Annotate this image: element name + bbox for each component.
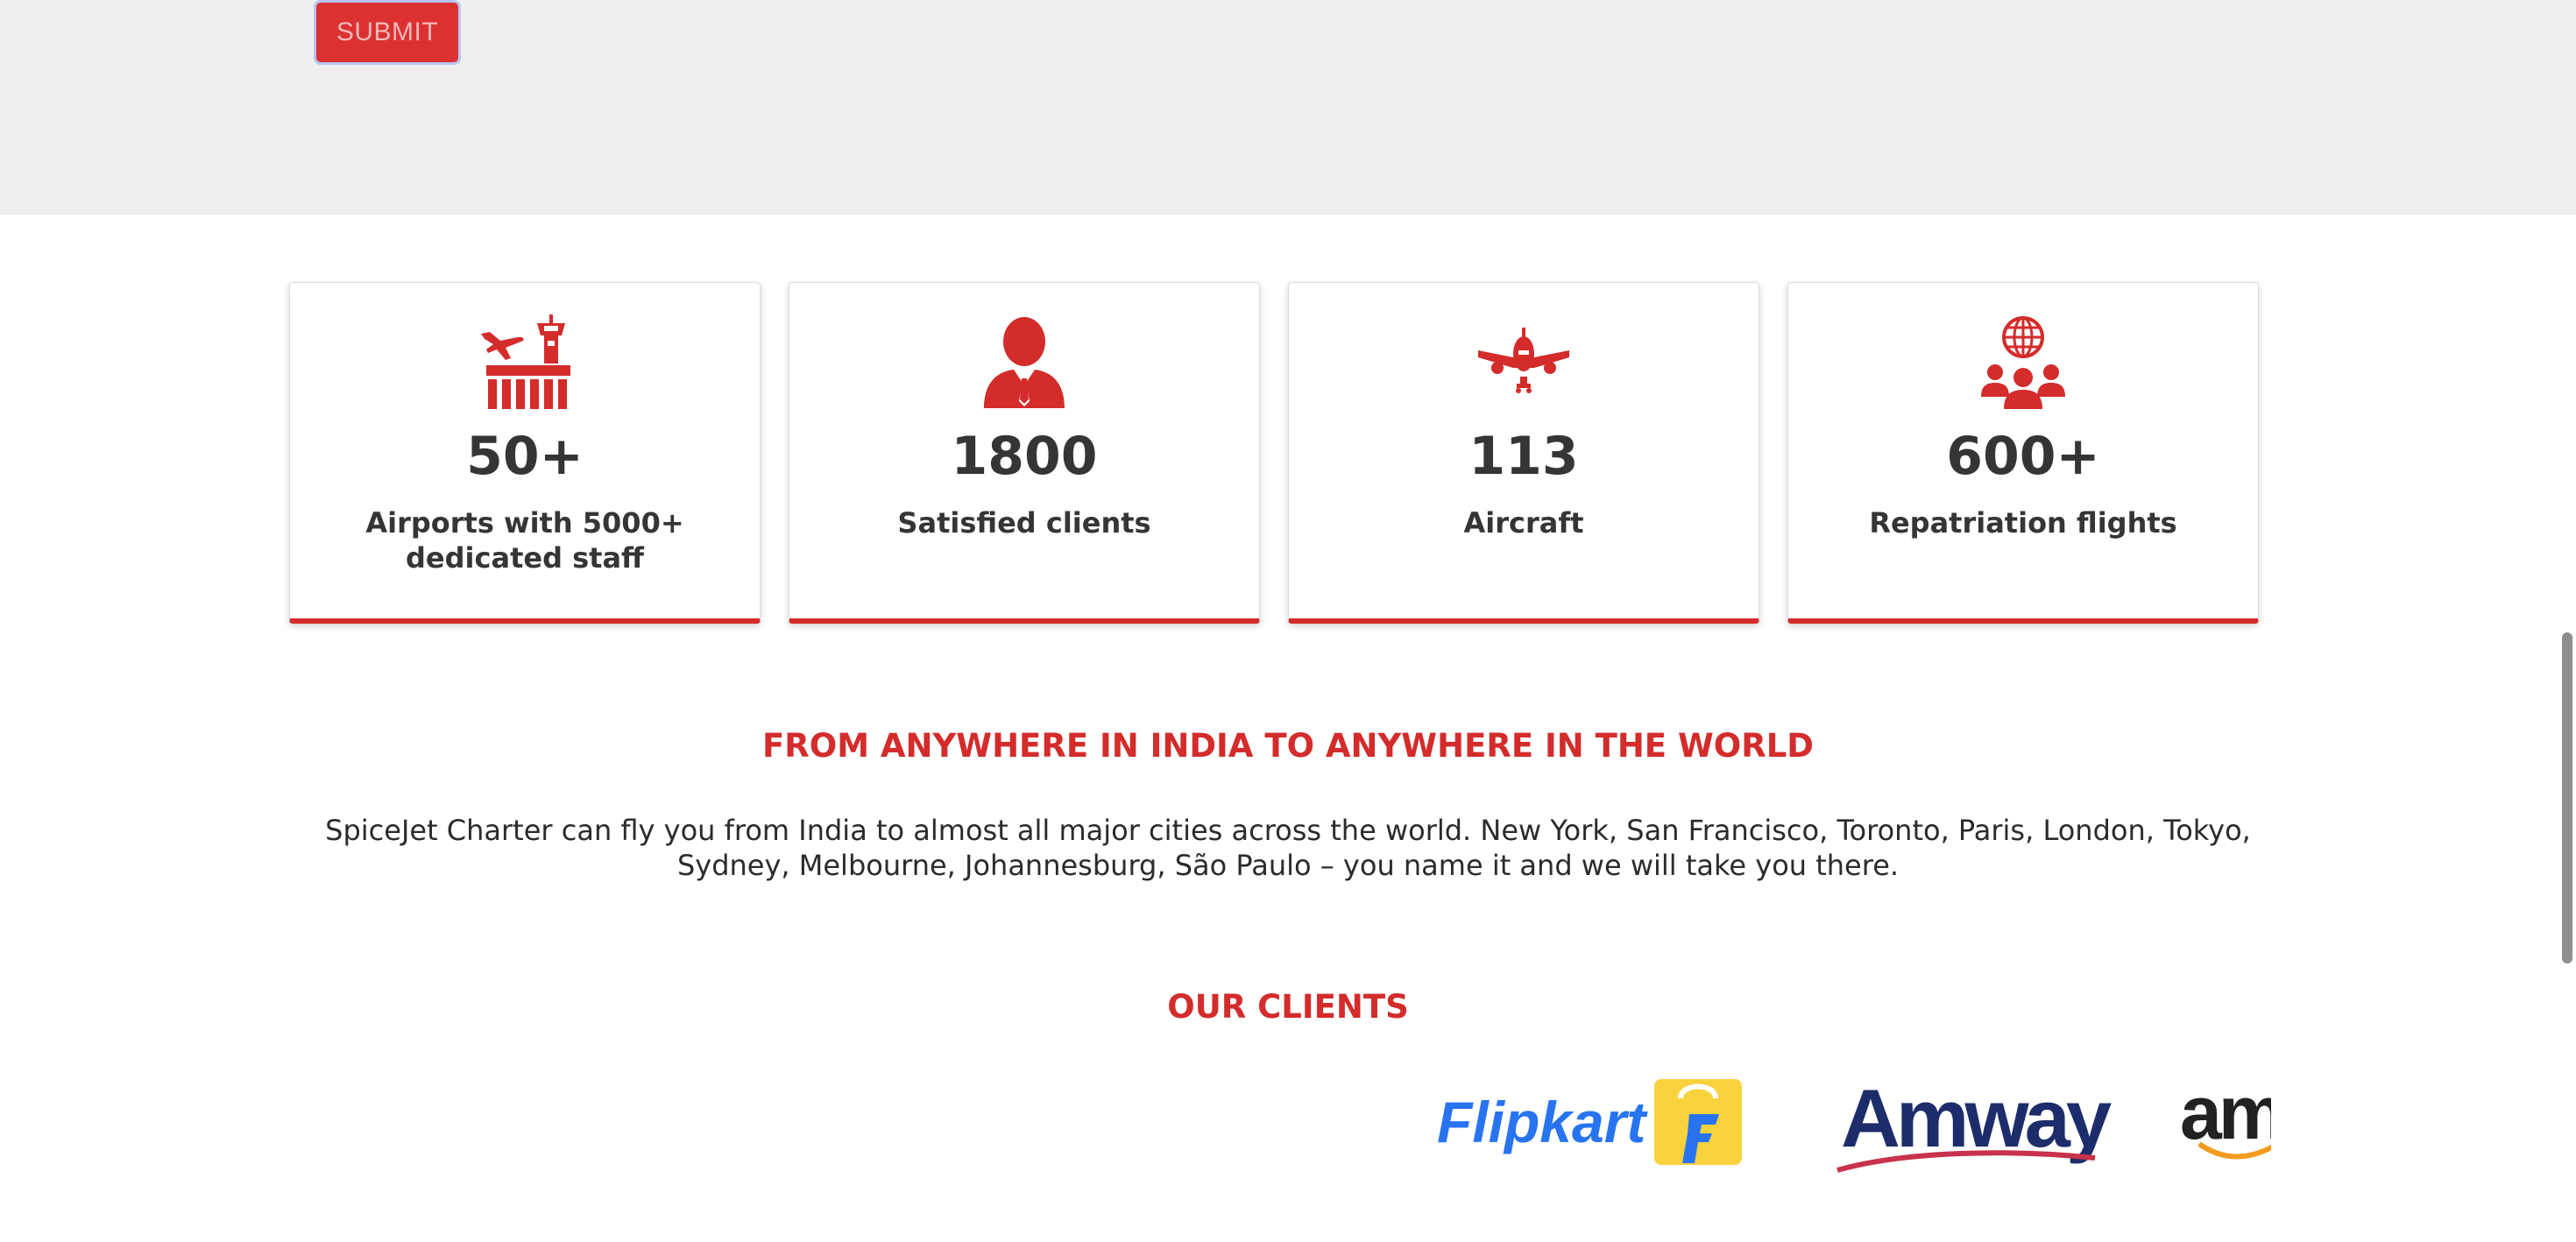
destinations-description: SpiceJet Charter can fly you from India …	[325, 814, 2251, 882]
submit-button[interactable]: SUBMIT	[314, 0, 461, 65]
clients-logo-carousel: Flipkart Amway am	[1419, 1069, 2271, 1182]
stat-value: 113	[1468, 426, 1579, 487]
flipkart-logo: Flipkart	[1437, 1079, 1743, 1165]
stat-card-aircraft: 113 Aircraft	[1288, 282, 1759, 624]
stat-label: Airports with 5000+ dedicated staff	[365, 506, 684, 575]
contact-form-section: SUBMIT	[0, 0, 2576, 215]
amway-logo: Amway	[1836, 1069, 2112, 1174]
stats-row: 50+ Airports with 5000+ dedicated staff …	[289, 282, 2259, 624]
airport-tower-icon	[477, 314, 573, 411]
amazon-logo: am	[2180, 1076, 2271, 1160]
flipkart-logo-text: Flipkart	[1437, 1090, 1646, 1154]
clients-heading: OUR CLIENTS	[1167, 988, 1409, 1026]
stat-card-repatriation: 600+ Repatriation flights	[1787, 282, 2259, 624]
destinations-heading: FROM ANYWHERE IN INDIA TO ANYWHERE IN TH…	[761, 727, 1815, 765]
aircraft-icon	[1476, 314, 1572, 411]
page-scrollbar[interactable]	[2557, 0, 2576, 1242]
amazon-smile-icon	[2197, 1141, 2271, 1160]
stat-value: 1800	[951, 426, 1098, 487]
stat-value: 50+	[466, 426, 584, 487]
stat-label: Satisfied clients	[897, 506, 1151, 540]
amway-swoosh-icon	[1836, 1150, 2096, 1173]
global-people-icon	[1975, 314, 2071, 411]
stat-card-airports: 50+ Airports with 5000+ dedicated staff	[289, 282, 761, 624]
flipkart-bag-icon	[1654, 1079, 1743, 1165]
scrollbar-thumb[interactable]	[2562, 632, 2572, 963]
stat-label: Repatriation flights	[1869, 506, 2177, 540]
stat-card-clients: 1800 Satisfied clients	[789, 282, 1260, 624]
page: SUBMIT 50+ Airports with 5000+ dedicated…	[0, 0, 2576, 1242]
stat-value: 600+	[1946, 426, 2100, 487]
stat-label: Aircraft	[1463, 506, 1584, 540]
client-person-icon	[976, 314, 1072, 411]
